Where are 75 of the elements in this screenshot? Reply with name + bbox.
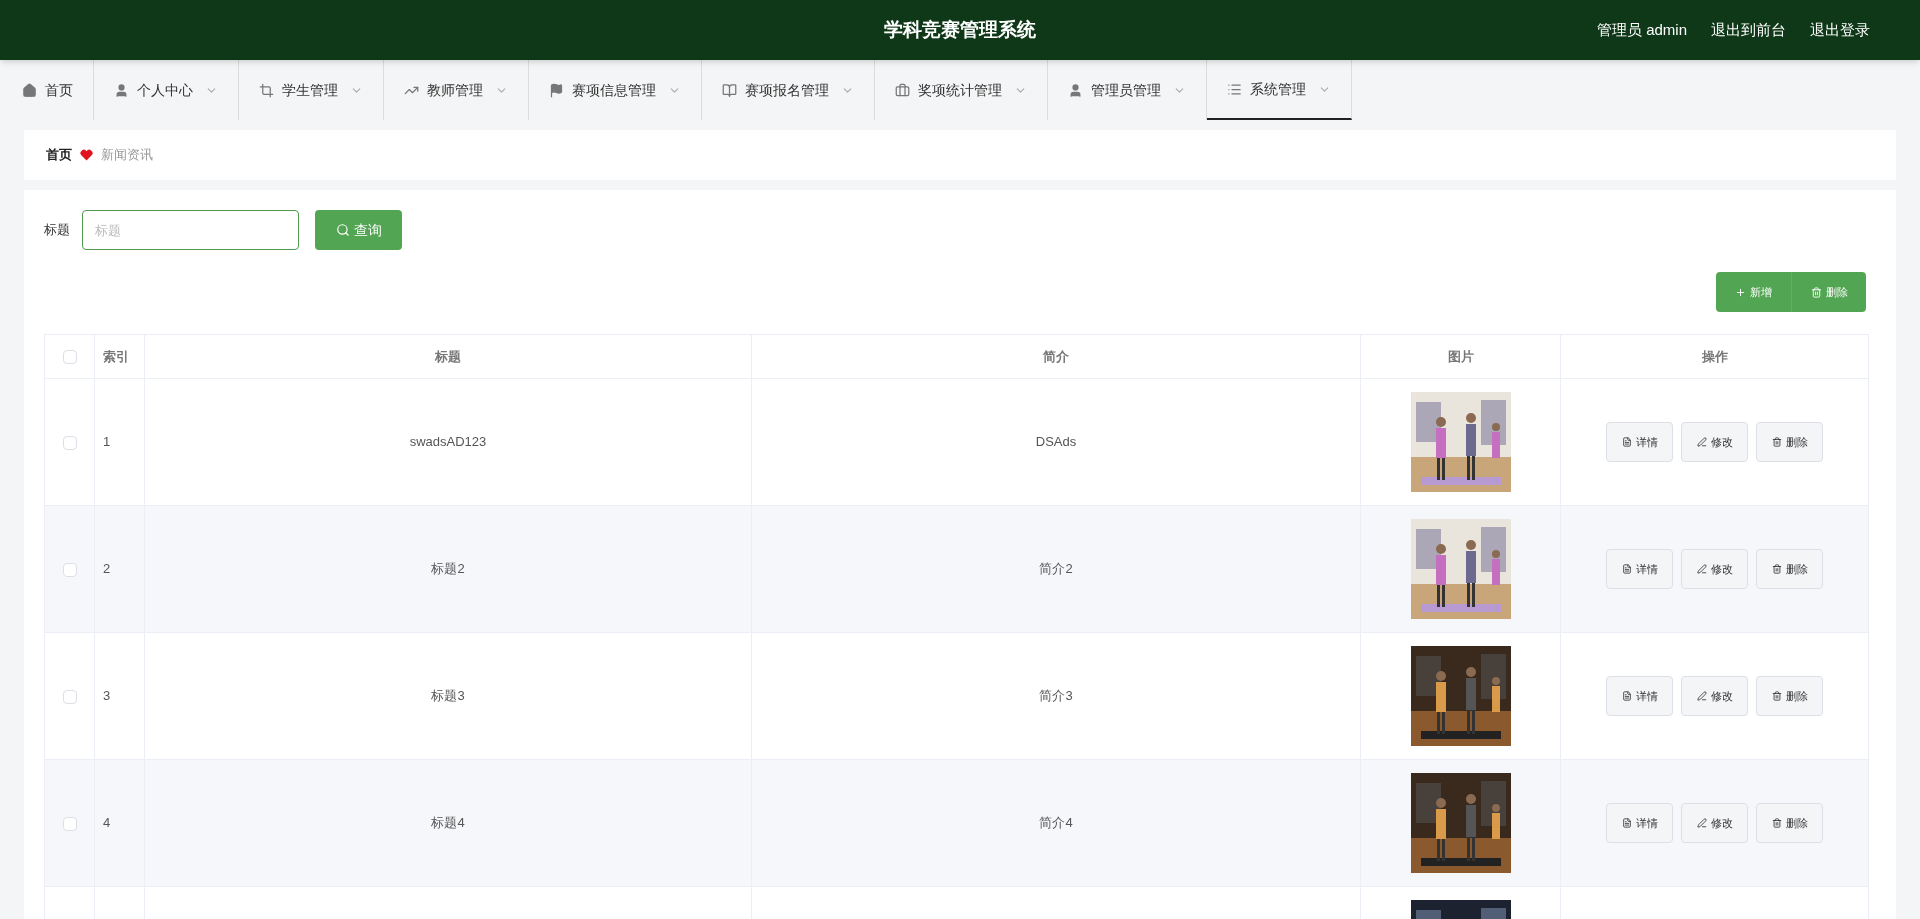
trash-icon — [1771, 564, 1782, 574]
nav-tab[interactable]: 奖项统计管理 — [875, 60, 1048, 120]
pen-icon — [1696, 437, 1707, 447]
detail-button[interactable]: 详情 — [1606, 676, 1673, 716]
plus-icon — [1735, 286, 1746, 298]
nav-tab[interactable]: 教师管理 — [384, 60, 529, 120]
edit-button[interactable]: 修改 — [1681, 422, 1748, 462]
column-header: 简介 — [751, 334, 1361, 379]
trash-icon — [1810, 286, 1822, 298]
index-text: 3 — [103, 688, 111, 704]
search-icon — [335, 223, 350, 237]
intro-text: 简介3 — [1039, 688, 1073, 704]
crop-icon — [259, 82, 274, 98]
row-checkbox[interactable] — [62, 435, 77, 450]
title-text: 标题3 — [431, 688, 465, 704]
user-label: 管理员 admin — [1596, 19, 1687, 40]
row-checkbox[interactable] — [62, 816, 77, 831]
index-text: 2 — [103, 561, 111, 577]
delete-button[interactable]: 删除 — [1756, 803, 1823, 843]
breadcrumb-current: 新闻资讯 — [101, 146, 153, 165]
column-header: 操作 — [1560, 334, 1869, 379]
delete-button[interactable]: 删除 — [1756, 676, 1823, 716]
heart-icon — [80, 149, 93, 161]
column-header: 标题 — [144, 334, 752, 379]
select-all-checkbox[interactable] — [62, 350, 77, 365]
nav-tab[interactable]: 系统管理 — [1207, 60, 1352, 120]
pen-icon — [1696, 691, 1707, 701]
trash-icon — [1771, 818, 1782, 828]
index-text: 4 — [103, 815, 111, 831]
nav-tab[interactable]: 赛项信息管理 — [529, 60, 702, 120]
index-text: 1 — [103, 434, 111, 450]
pen-icon — [1696, 818, 1707, 828]
app-title: 学科竞赛管理系统 — [884, 17, 1036, 42]
trash-icon — [1771, 437, 1782, 447]
briefcase-icon — [895, 82, 910, 98]
user-icon — [114, 82, 129, 98]
header-link[interactable]: 退出到前台 — [1711, 18, 1786, 42]
pen-icon — [1696, 564, 1707, 574]
document-icon — [1621, 564, 1632, 574]
edit-button[interactable]: 修改 — [1681, 676, 1748, 716]
column-header: 索引 — [94, 334, 145, 379]
detail-button[interactable]: 详情 — [1606, 549, 1673, 589]
detail-button[interactable]: 详情 — [1606, 803, 1673, 843]
column-header: 图片 — [1360, 334, 1561, 379]
nav-tab[interactable]: 管理员管理 — [1048, 60, 1207, 120]
row-checkbox[interactable] — [62, 562, 77, 577]
row-checkbox[interactable] — [62, 689, 77, 704]
title-text: swadsAD123 — [409, 434, 487, 450]
intro-text: 简介2 — [1039, 561, 1073, 577]
home-icon — [22, 82, 37, 98]
intro-text: 简介4 — [1039, 815, 1073, 831]
intro-text: DSAds — [1035, 434, 1077, 450]
edit-button[interactable]: 修改 — [1681, 549, 1748, 589]
detail-button[interactable]: 详情 — [1606, 422, 1673, 462]
document-icon — [1621, 437, 1632, 447]
nav-tab[interactable]: 首页 — [2, 60, 94, 120]
title-text: 标题4 — [431, 815, 465, 831]
search-label: 标题 — [44, 221, 70, 240]
nav-tab[interactable]: 学生管理 — [239, 60, 384, 120]
breadcrumb-home[interactable]: 首页 — [46, 145, 72, 165]
header-link[interactable]: 退出登录 — [1810, 18, 1870, 42]
document-icon — [1621, 818, 1632, 828]
edit-button[interactable]: 修改 — [1681, 803, 1748, 843]
flag-icon — [549, 82, 564, 98]
delete-button[interactable]: 删除 — [1756, 549, 1823, 589]
trash-icon — [1771, 691, 1782, 701]
nav-tab[interactable]: 赛项报名管理 — [702, 60, 875, 120]
title-search-field[interactable]: 标题 — [82, 210, 299, 250]
document-icon — [1621, 691, 1632, 701]
nav-tab[interactable]: 个人中心 — [94, 60, 239, 120]
user-icon — [1068, 82, 1083, 98]
book-icon — [722, 82, 737, 98]
title-text: 标题2 — [431, 561, 465, 577]
list-icon — [1227, 81, 1242, 97]
delete-button[interactable]: 删除 — [1756, 422, 1823, 462]
